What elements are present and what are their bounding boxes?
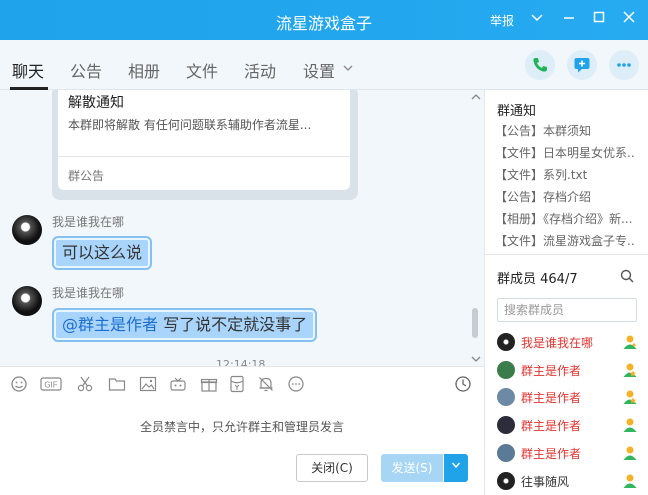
message-mention[interactable]: @群主是作者 bbox=[62, 315, 158, 334]
owner-icon bbox=[623, 363, 637, 377]
notice-card[interactable]: 解散通知 本群即将解散 有任何问题联系辅助作者流星... 群公告 bbox=[58, 90, 350, 190]
phone-icon bbox=[533, 58, 547, 72]
chat-scrollbar[interactable] bbox=[472, 308, 478, 338]
owner-icon bbox=[623, 390, 637, 404]
tab-announcements[interactable]: 公告 bbox=[70, 58, 102, 82]
group-notice-item[interactable]: 【文件】流星游戏盒子专... bbox=[495, 232, 635, 249]
avatar[interactable] bbox=[12, 286, 42, 316]
group-notice-item[interactable]: 【公告】本群须知 bbox=[495, 122, 635, 139]
group-notice-item[interactable]: 【公告】存档介绍 bbox=[495, 188, 635, 205]
message-bubble: 可以这么说 bbox=[52, 236, 153, 270]
notice-card-divider bbox=[58, 156, 350, 157]
chevron-down-icon[interactable] bbox=[470, 354, 482, 366]
close-button[interactable]: 关闭(C) bbox=[296, 454, 368, 482]
maximize-icon[interactable] bbox=[590, 10, 608, 28]
chevron-down-icon bbox=[451, 462, 461, 469]
member-item[interactable]: 群主是作者 bbox=[497, 443, 645, 465]
group-members-header: 群成员 464/7 bbox=[497, 272, 578, 287]
message-input-area: 全员禁言中，只允许群主和管理员发言 关闭(C) 发送(S) bbox=[0, 402, 484, 495]
title-bar: 流星游戏盒子 举报 bbox=[0, 0, 648, 40]
tab-settings[interactable]: 设置 bbox=[303, 58, 335, 82]
more-icon bbox=[617, 63, 631, 67]
message-sender[interactable]: 我是谁我在哪 bbox=[52, 284, 124, 301]
folder-icon[interactable] bbox=[108, 375, 126, 393]
avatar bbox=[497, 416, 515, 434]
gif-icon[interactable]: GIF bbox=[40, 375, 62, 393]
group-notice-item[interactable]: 【文件】系列.txt bbox=[495, 166, 635, 183]
group-notice-header: 群通知 bbox=[497, 104, 537, 119]
member-role-icon bbox=[623, 418, 637, 432]
gift-icon[interactable] bbox=[200, 375, 218, 393]
member-item[interactable]: 我是谁我在哪 bbox=[497, 332, 645, 354]
member-item[interactable]: 往事随风 bbox=[497, 471, 645, 493]
more-circle-icon[interactable] bbox=[287, 375, 305, 393]
mute-notice: 全员禁言中，只允许群主和管理员发言 bbox=[139, 420, 344, 434]
notice-card-frame: 解散通知 本群即将解散 有任何问题联系辅助作者流星... 群公告 bbox=[52, 90, 358, 200]
chevron-down-icon[interactable] bbox=[342, 62, 354, 77]
game-icon[interactable] bbox=[169, 375, 187, 393]
close-icon[interactable] bbox=[620, 10, 638, 28]
tab-album[interactable]: 相册 bbox=[128, 58, 160, 82]
member-role-icon bbox=[623, 474, 637, 488]
message-bubble: @群主是作者 写了说不定就没事了 bbox=[52, 308, 318, 342]
avatar bbox=[497, 388, 515, 406]
member-search-input[interactable]: 搜索群成员 bbox=[497, 298, 637, 322]
minimize-icon[interactable] bbox=[560, 10, 578, 28]
add-message-button[interactable] bbox=[567, 50, 597, 80]
send-options-button[interactable] bbox=[444, 454, 468, 482]
image-icon[interactable] bbox=[139, 375, 157, 393]
send-button[interactable]: 发送(S) bbox=[381, 454, 443, 482]
input-toolbar: GIF bbox=[0, 366, 484, 402]
member-name: 群主是作者 bbox=[521, 447, 582, 461]
emoji-icon[interactable] bbox=[10, 375, 28, 393]
avatar bbox=[497, 333, 515, 351]
history-clock-icon[interactable] bbox=[454, 375, 472, 393]
avatar bbox=[497, 361, 515, 379]
phone-button[interactable] bbox=[525, 50, 555, 80]
member-name: 群主是作者 bbox=[521, 419, 582, 433]
add-message-icon bbox=[574, 58, 590, 73]
member-name: 群主是作者 bbox=[521, 391, 582, 405]
scissors-icon[interactable] bbox=[76, 375, 94, 393]
tab-bar: 聊天 公告 相册 文件 活动 设置 bbox=[0, 40, 648, 90]
message-text: 可以这么说 bbox=[62, 243, 143, 262]
admin-icon bbox=[623, 335, 637, 349]
tab-files[interactable]: 文件 bbox=[186, 58, 218, 82]
message-timestamp: 12:14:18 bbox=[216, 358, 266, 366]
red-packet-icon[interactable] bbox=[228, 375, 246, 393]
message-sender[interactable]: 我是谁我在哪 bbox=[52, 213, 124, 230]
message-text: 写了说不定就没事了 bbox=[163, 315, 308, 334]
member-role-icon bbox=[623, 446, 637, 460]
window-title: 流星游戏盒子 bbox=[275, 14, 372, 33]
member-item[interactable]: 群主是作者 bbox=[497, 387, 645, 409]
group-notice-item[interactable]: 【相册】《存档介绍》新... bbox=[495, 210, 635, 227]
more-button[interactable] bbox=[609, 50, 639, 80]
group-notice-item[interactable]: 【文件】日本明星女优系... bbox=[495, 144, 635, 161]
member-name: 往事随风 bbox=[521, 475, 570, 489]
side-divider bbox=[485, 254, 648, 255]
avatar[interactable] bbox=[12, 215, 42, 245]
search-icon[interactable] bbox=[619, 268, 635, 287]
notice-card-footer: 群公告 bbox=[68, 169, 105, 183]
notice-card-body: 本群即将解散 有任何问题联系辅助作者流星... bbox=[68, 118, 312, 132]
member-name: 我是谁我在哪 bbox=[521, 336, 594, 350]
notice-card-title: 解散通知 bbox=[68, 95, 124, 111]
tab-activities[interactable]: 活动 bbox=[244, 58, 276, 82]
group-side-panel: 群通知 【公告】本群须知 【文件】日本明星女优系... 【文件】系列.txt 【… bbox=[484, 90, 648, 495]
avatar bbox=[497, 472, 515, 490]
report-link[interactable]: 举报 bbox=[490, 12, 514, 29]
chevron-down-icon[interactable] bbox=[528, 10, 546, 28]
chat-area: 解散通知 本群即将解散 有任何问题联系辅助作者流星... 群公告 我是谁我在哪 … bbox=[0, 90, 484, 366]
member-name: 群主是作者 bbox=[521, 364, 582, 378]
tab-chat[interactable]: 聊天 bbox=[12, 58, 44, 82]
member-item[interactable]: 群主是作者 bbox=[497, 360, 645, 382]
member-item[interactable]: 群主是作者 bbox=[497, 415, 645, 437]
avatar bbox=[497, 444, 515, 462]
chevron-up-icon[interactable] bbox=[470, 92, 482, 105]
bell-off-icon[interactable] bbox=[257, 375, 275, 393]
svg-text:GIF: GIF bbox=[44, 381, 57, 390]
